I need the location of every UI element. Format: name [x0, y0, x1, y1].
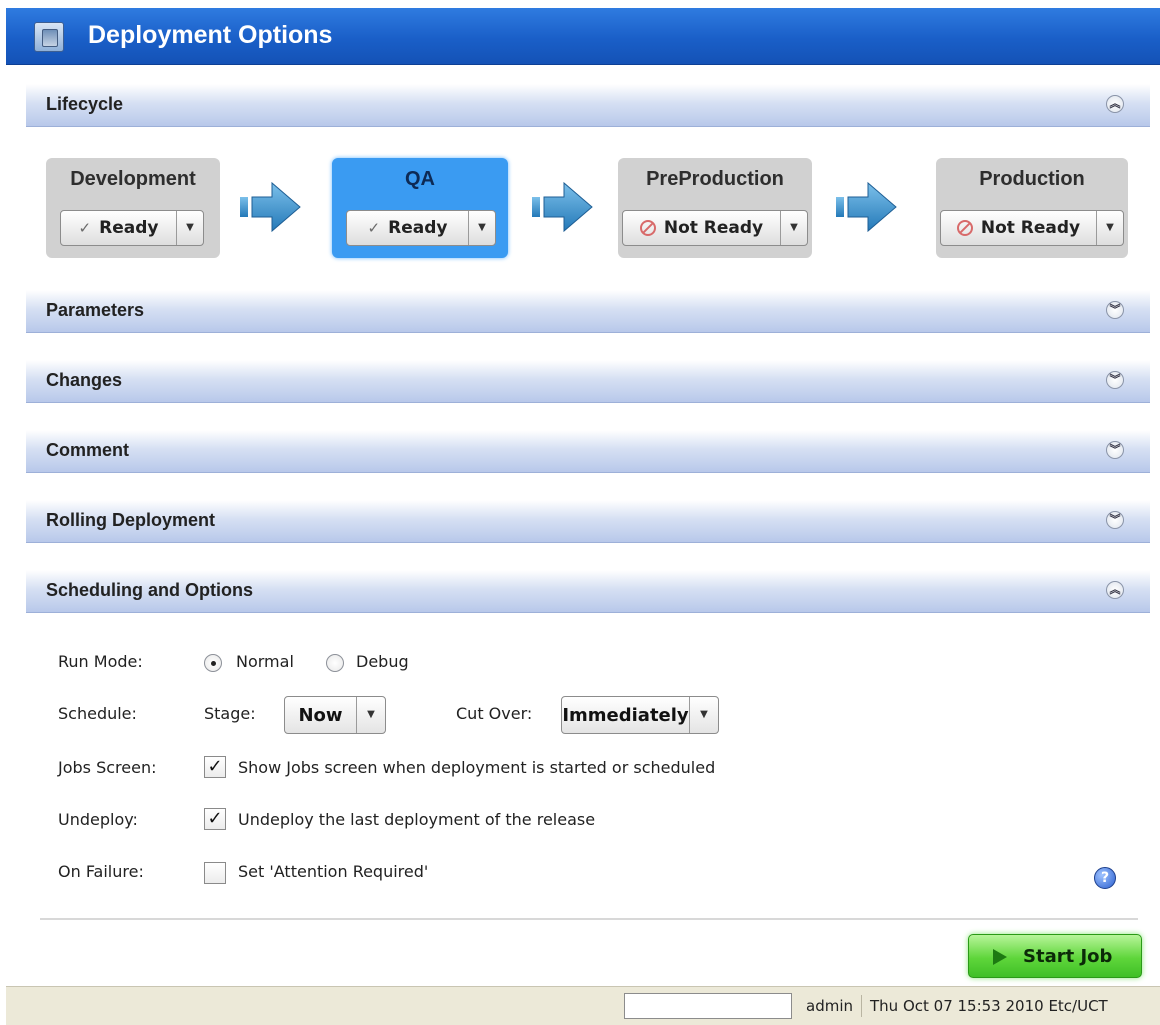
title-bar: Deployment Options [6, 8, 1160, 65]
start-job-label: Start Job [1023, 946, 1113, 967]
radio-dot [211, 661, 216, 666]
chevron-down-icon[interactable]: ▼ [781, 211, 807, 245]
chevron-down-icon[interactable]: ▼ [469, 211, 495, 245]
arrow-right-icon [240, 181, 301, 233]
stage-name: Production [979, 168, 1085, 190]
status-timestamp: Thu Oct 07 15:53 2010 Etc/UCT [870, 997, 1108, 1015]
chevron-down-icon[interactable]: ▼ [690, 697, 718, 733]
stage-select[interactable]: Now ▼ [284, 696, 386, 734]
section-changes[interactable]: Changes ︾ [26, 360, 1150, 403]
stage-preproduction[interactable]: PreProduction Not Ready ▼ [618, 158, 812, 258]
section-lifecycle[interactable]: Lifecycle ︽ [26, 84, 1150, 127]
status-user: admin [806, 997, 853, 1015]
arrow-right-icon [836, 181, 897, 233]
cutover-label: Cut Over: [456, 704, 533, 723]
stage-name: PreProduction [646, 168, 784, 190]
play-icon [993, 949, 1007, 965]
app-icon [34, 22, 64, 52]
stage-status-label: Ready [99, 218, 159, 238]
section-label: Changes [46, 370, 123, 390]
on-failure-label: On Failure: [58, 862, 144, 881]
check-icon: ✓ [367, 219, 381, 237]
stage-status-button[interactable]: Not Ready ▼ [940, 210, 1124, 246]
jobs-screen-text: Show Jobs screen when deployment is star… [238, 758, 716, 777]
expand-icon[interactable]: ︾ [1106, 441, 1124, 459]
section-label: Lifecycle [46, 94, 124, 114]
help-icon[interactable]: ? [1094, 867, 1116, 889]
undeploy-text: Undeploy the last deployment of the rele… [238, 810, 596, 829]
collapse-icon[interactable]: ︽ [1106, 95, 1124, 113]
section-scheduling-options[interactable]: Scheduling and Options ︽ [26, 570, 1150, 613]
on-failure-checkbox[interactable] [204, 862, 226, 884]
status-input[interactable] [624, 993, 792, 1019]
stage-label: Stage: [204, 704, 256, 723]
window-title: Deployment Options [88, 21, 333, 49]
stage-production[interactable]: Production Not Ready ▼ [936, 158, 1128, 258]
radio-debug-label: Debug [356, 652, 409, 671]
stage-development[interactable]: Development ✓ Ready ▼ [46, 158, 220, 258]
radio-debug[interactable] [326, 654, 344, 672]
stage-status-button[interactable]: ✓ Ready ▼ [346, 210, 496, 246]
check-icon: ✓ [78, 219, 92, 237]
stage-qa[interactable]: QA ✓ Ready ▼ [332, 158, 508, 258]
expand-icon[interactable]: ︾ [1106, 371, 1124, 389]
jobs-screen-label: Jobs Screen: [58, 758, 157, 777]
stage-name: QA [405, 168, 435, 190]
stage-status-label: Not Ready [663, 218, 764, 238]
no-entry-icon [639, 220, 656, 236]
arrow-right-icon [532, 181, 593, 233]
section-label: Rolling Deployment [46, 510, 216, 530]
expand-icon[interactable]: ︾ [1106, 301, 1124, 319]
undeploy-checkbox[interactable]: ✓ [204, 808, 226, 830]
stage-status-button[interactable]: Not Ready ▼ [622, 210, 808, 246]
section-rolling-deployment[interactable]: Rolling Deployment ︾ [26, 500, 1150, 543]
start-job-button[interactable]: Start Job [968, 934, 1142, 978]
section-label: Scheduling and Options [46, 580, 253, 600]
radio-normal[interactable] [204, 654, 222, 672]
stage-status-label: Ready [388, 218, 448, 238]
status-bar: admin Thu Oct 07 15:53 2010 Etc/UCT [6, 986, 1160, 1025]
section-comment[interactable]: Comment ︾ [26, 430, 1150, 473]
run-mode-label: Run Mode: [58, 652, 143, 671]
jobs-screen-checkbox[interactable]: ✓ [204, 756, 226, 778]
status-separator [861, 995, 862, 1017]
chevron-down-icon[interactable]: ▼ [357, 697, 385, 733]
chevron-down-icon[interactable]: ▼ [1097, 211, 1123, 245]
cutover-select-value: Immediately [562, 697, 690, 733]
stage-select-value: Now [285, 697, 357, 733]
divider [40, 918, 1138, 920]
cutover-select[interactable]: Immediately ▼ [561, 696, 719, 734]
undeploy-label: Undeploy: [58, 810, 138, 829]
section-parameters[interactable]: Parameters ︾ [26, 290, 1150, 333]
collapse-icon[interactable]: ︽ [1106, 581, 1124, 599]
stage-name: Development [70, 168, 196, 190]
stage-status-button[interactable]: ✓ Ready ▼ [60, 210, 204, 246]
section-label: Parameters [46, 300, 145, 320]
section-label: Comment [46, 440, 130, 460]
radio-normal-label: Normal [236, 652, 294, 671]
on-failure-text: Set 'Attention Required' [238, 862, 429, 881]
schedule-label: Schedule: [58, 704, 137, 723]
chevron-down-icon[interactable]: ▼ [177, 211, 203, 245]
expand-icon[interactable]: ︾ [1106, 511, 1124, 529]
no-entry-icon [956, 220, 973, 236]
stage-status-label: Not Ready [980, 218, 1081, 238]
